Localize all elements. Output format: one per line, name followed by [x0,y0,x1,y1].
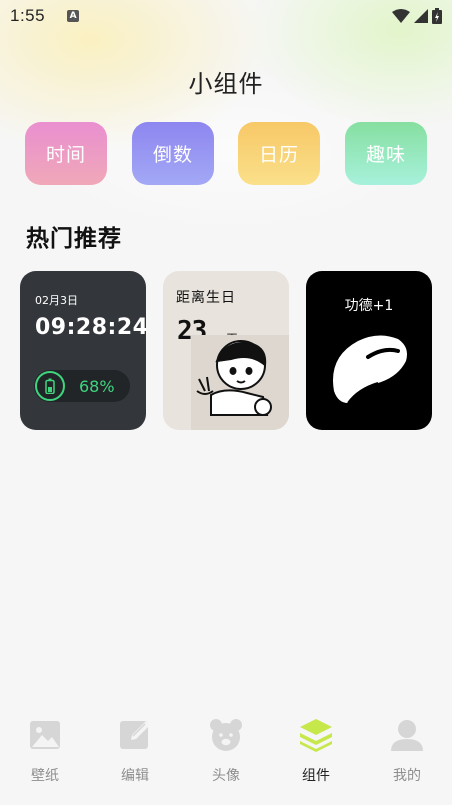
category-calendar-button[interactable]: 日历 [238,122,320,185]
cartoon-character-illustration [191,335,289,430]
battery-pill: 68% [34,370,130,402]
tab-label: 头像 [212,768,240,784]
category-time-button[interactable]: 时间 [25,122,107,185]
battery-icon [35,371,65,401]
tab-avatar[interactable]: 头像 [196,717,256,787]
tab-mine[interactable]: 我的 [377,717,437,787]
category-countdown-button[interactable]: 倒数 [132,122,214,185]
page-title: 小组件 [188,70,264,98]
merit-widget-card[interactable]: 功德+1 [306,271,432,430]
countdown-widget-card[interactable]: 距离生日 23 天 [163,271,289,430]
edit-icon [120,721,150,749]
tab-edit[interactable]: 编辑 [105,717,165,787]
layers-icon [300,719,332,752]
image-icon [30,721,60,749]
category-row: 时间 倒数 日历 趣味 [0,122,452,186]
tab-label: 壁纸 [31,768,59,784]
bear-icon [210,719,242,751]
signal-icon [414,9,428,23]
bottom-tab-bar: 壁纸 编辑 头像 组件 我的 [0,705,452,805]
status-time: 1:55 [10,6,46,25]
user-icon [391,720,423,751]
battery-status-icon [432,8,442,24]
status-bar: 1:55 A [0,0,452,32]
tab-label: 我的 [393,768,421,784]
clock-date: 02月3日 [35,294,78,307]
tab-wallpaper[interactable]: 壁纸 [15,717,75,787]
tab-widgets[interactable]: 组件 [286,717,346,787]
clock-time: 09:28:24 [35,315,146,340]
notification-badge-icon: A [67,10,80,22]
wooden-fish-icon [333,335,407,404]
status-icons [392,8,442,24]
clock-widget-card[interactable]: 02月3日 09:28:24 68% [20,271,146,430]
tab-label: 组件 [302,768,330,784]
section-title: 热门推荐 [26,226,122,252]
wifi-icon [392,9,410,23]
category-fun-button[interactable]: 趣味 [345,122,427,185]
countdown-label: 距离生日 [176,290,236,306]
battery-percent: 68% [79,376,115,396]
merit-label: 功德+1 [344,298,394,314]
tab-label: 编辑 [121,768,149,784]
